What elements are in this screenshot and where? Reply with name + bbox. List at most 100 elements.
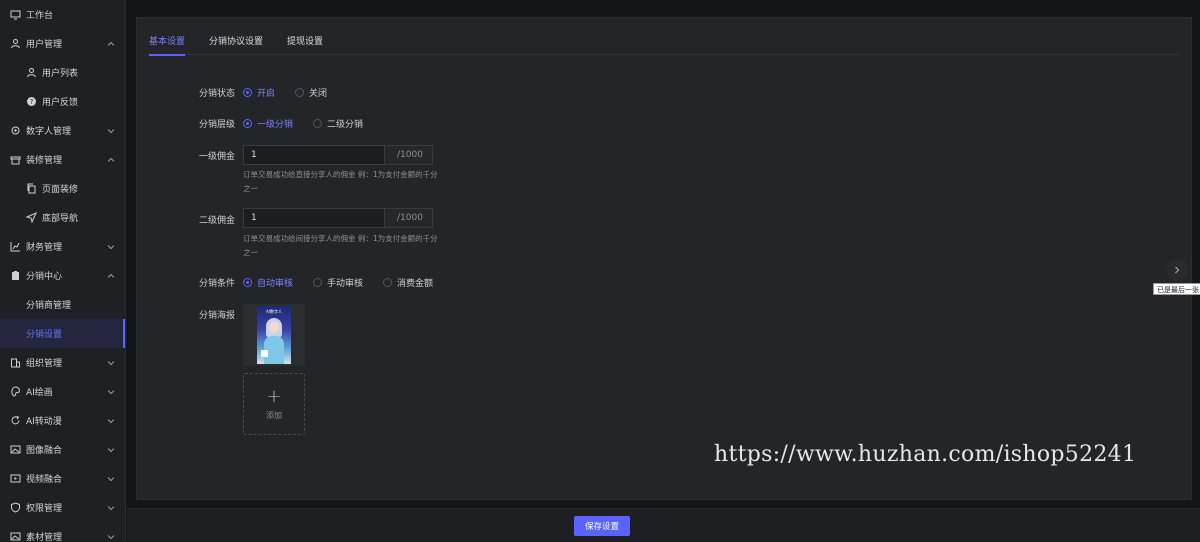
sidebar-item-label: 财务管理 — [26, 243, 63, 253]
sidebar-item-label: 素材管理 — [26, 533, 63, 542]
send-icon — [26, 212, 37, 223]
sidebar: 工作台 用户管理 用户列表? 用户反馈数字人管理装修管理页面装修底部导航财务管理分销中… — [0, 0, 126, 542]
sidebar-item[interactable]: 分销中心 — [0, 261, 125, 290]
last-image-tooltip: 已是最后一张 — [1153, 283, 1200, 295]
sidebar-item[interactable]: 底部导航 — [0, 203, 125, 232]
sidebar-item[interactable]: 图像融合 — [0, 435, 125, 464]
add-poster-button[interactable]: + 添加 — [243, 373, 305, 435]
chevron-down-icon — [107, 475, 115, 483]
poster-thumbnail[interactable]: AI数字人 — [243, 304, 305, 366]
chevron-down-icon — [107, 127, 115, 135]
chevron-up-icon — [107, 156, 115, 164]
sidebar-item[interactable]: 分销设置 — [0, 319, 125, 348]
level-radio-one[interactable]: 一级分销 — [243, 117, 293, 130]
sidebar-item-label: 视频融合 — [26, 475, 63, 485]
tab-withdraw-settings[interactable]: 提现设置 — [287, 31, 323, 55]
condition-radio-group: 自动审核 手动审核 消费金额 — [243, 276, 453, 289]
sidebar-item-label: 权限管理 — [26, 504, 63, 514]
level-radio-group: 一级分销 二级分销 — [243, 117, 383, 130]
condition-radio-auto[interactable]: 自动审核 — [243, 276, 293, 289]
copy-icon — [26, 183, 37, 194]
condition-radio-manual[interactable]: 手动审核 — [313, 276, 363, 289]
radio-dot-icon — [313, 119, 323, 128]
user-icon — [10, 38, 21, 49]
sidebar-item-label: 用户反馈 — [42, 98, 79, 108]
commission1-hint: 订单交易成功给直接分享人的佣金 例：1为支付金额的千分之一 — [243, 170, 438, 193]
sidebar-item[interactable]: 数字人管理 — [0, 116, 125, 145]
level-radio-two[interactable]: 二级分销 — [313, 117, 363, 130]
sidebar-item[interactable]: AI转动漫 — [0, 406, 125, 435]
radio-label: 关闭 — [309, 89, 328, 99]
commission2-suffix: /1000 — [384, 209, 432, 227]
next-image-button[interactable] — [1166, 259, 1188, 281]
image-icon — [10, 444, 21, 455]
level-label: 分销层级 — [198, 120, 235, 130]
status-label: 分销状态 — [198, 89, 235, 99]
sidebar-item[interactable]: ? 用户反馈 — [0, 87, 125, 116]
settings-panel: 基本设置 分销协议设置 提现设置 分销状态 开启 关闭 分销层级 一级分销 二级… — [136, 17, 1192, 500]
question-icon: ? — [26, 96, 37, 107]
sidebar-item-label: 装修管理 — [26, 156, 63, 166]
monitor-icon — [10, 9, 21, 20]
tab-agreement-settings[interactable]: 分销协议设置 — [209, 31, 263, 55]
commission2-input[interactable] — [244, 209, 384, 227]
status-radio-on[interactable]: 开启 — [243, 86, 275, 99]
radio-dot-icon — [243, 278, 252, 287]
sidebar-item[interactable]: 页面装修 — [0, 174, 125, 203]
chevron-down-icon — [107, 243, 115, 251]
radio-dot-icon — [295, 88, 305, 97]
chevron-down-icon — [107, 388, 115, 396]
commission1-label: 一级佣金 — [198, 152, 235, 162]
refresh-icon — [10, 415, 21, 426]
sidebar-item-label: 图像融合 — [26, 446, 63, 456]
sidebar-item[interactable]: 用户列表 — [0, 58, 125, 87]
image-icon — [10, 531, 21, 542]
condition-radio-amount[interactable]: 消费金额 — [383, 276, 433, 289]
sidebar-item[interactable]: AI绘画 — [0, 377, 125, 406]
sidebar-item-label: 底部导航 — [42, 214, 79, 224]
sidebar-item[interactable]: 组织管理 — [0, 348, 125, 377]
commission2-label: 二级佣金 — [198, 216, 235, 226]
chevron-up-icon — [107, 272, 115, 280]
palette-icon — [10, 386, 21, 397]
gear-icon — [10, 125, 21, 136]
condition-label: 分销条件 — [198, 279, 235, 289]
chevron-right-icon — [1175, 266, 1180, 274]
video-icon — [10, 473, 21, 484]
commission2-hint: 订单交易成功给间接分享人的佣金 例：1为支付金额的千分之一 — [243, 234, 438, 257]
poster-title: AI数字人 — [266, 309, 282, 314]
radio-label: 自动审核 — [257, 279, 294, 289]
svg-text:?: ? — [30, 98, 34, 106]
watermark-url: https://www.huzhan.com/ishop52241 — [714, 442, 1137, 467]
sidebar-item[interactable]: 用户管理 — [0, 29, 125, 58]
clipboard-icon — [10, 270, 21, 281]
radio-dot-icon — [243, 119, 252, 128]
status-radio-group: 开启 关闭 — [243, 86, 347, 99]
sidebar-item-label: AI转动漫 — [26, 417, 62, 427]
sidebar-item-label: 组织管理 — [26, 359, 63, 369]
save-settings-button[interactable]: 保存设置 — [574, 516, 630, 536]
radio-label: 一级分销 — [257, 120, 294, 130]
radio-label: 消费金额 — [397, 279, 434, 289]
sidebar-item[interactable]: 视频融合 — [0, 464, 125, 493]
status-radio-off[interactable]: 关闭 — [295, 86, 327, 99]
chevron-down-icon — [107, 504, 115, 512]
top-strip — [127, 0, 1200, 6]
tab-basic-settings[interactable]: 基本设置 — [149, 31, 186, 56]
sidebar-item-label: 页面装修 — [42, 185, 79, 195]
chevron-down-icon — [107, 417, 115, 425]
sidebar-item[interactable]: 装修管理 — [0, 145, 125, 174]
poster-image: AI数字人 — [257, 306, 291, 364]
sidebar-item[interactable]: 素材管理 — [0, 522, 125, 542]
sidebar-item[interactable]: 分销商管理 — [0, 290, 125, 319]
sidebar-item[interactable]: 权限管理 — [0, 493, 125, 522]
sidebar-item[interactable]: 财务管理 — [0, 232, 125, 261]
chart-icon — [10, 241, 21, 252]
commission1-input[interactable] — [244, 146, 384, 164]
sidebar-item-label: AI绘画 — [26, 388, 53, 398]
qr-code-icon — [261, 350, 268, 357]
footer-bar — [127, 508, 1200, 542]
commission1-input-group: /1000 — [243, 145, 433, 165]
sidebar-item[interactable]: 工作台 — [0, 0, 125, 29]
shop-icon — [10, 154, 21, 165]
